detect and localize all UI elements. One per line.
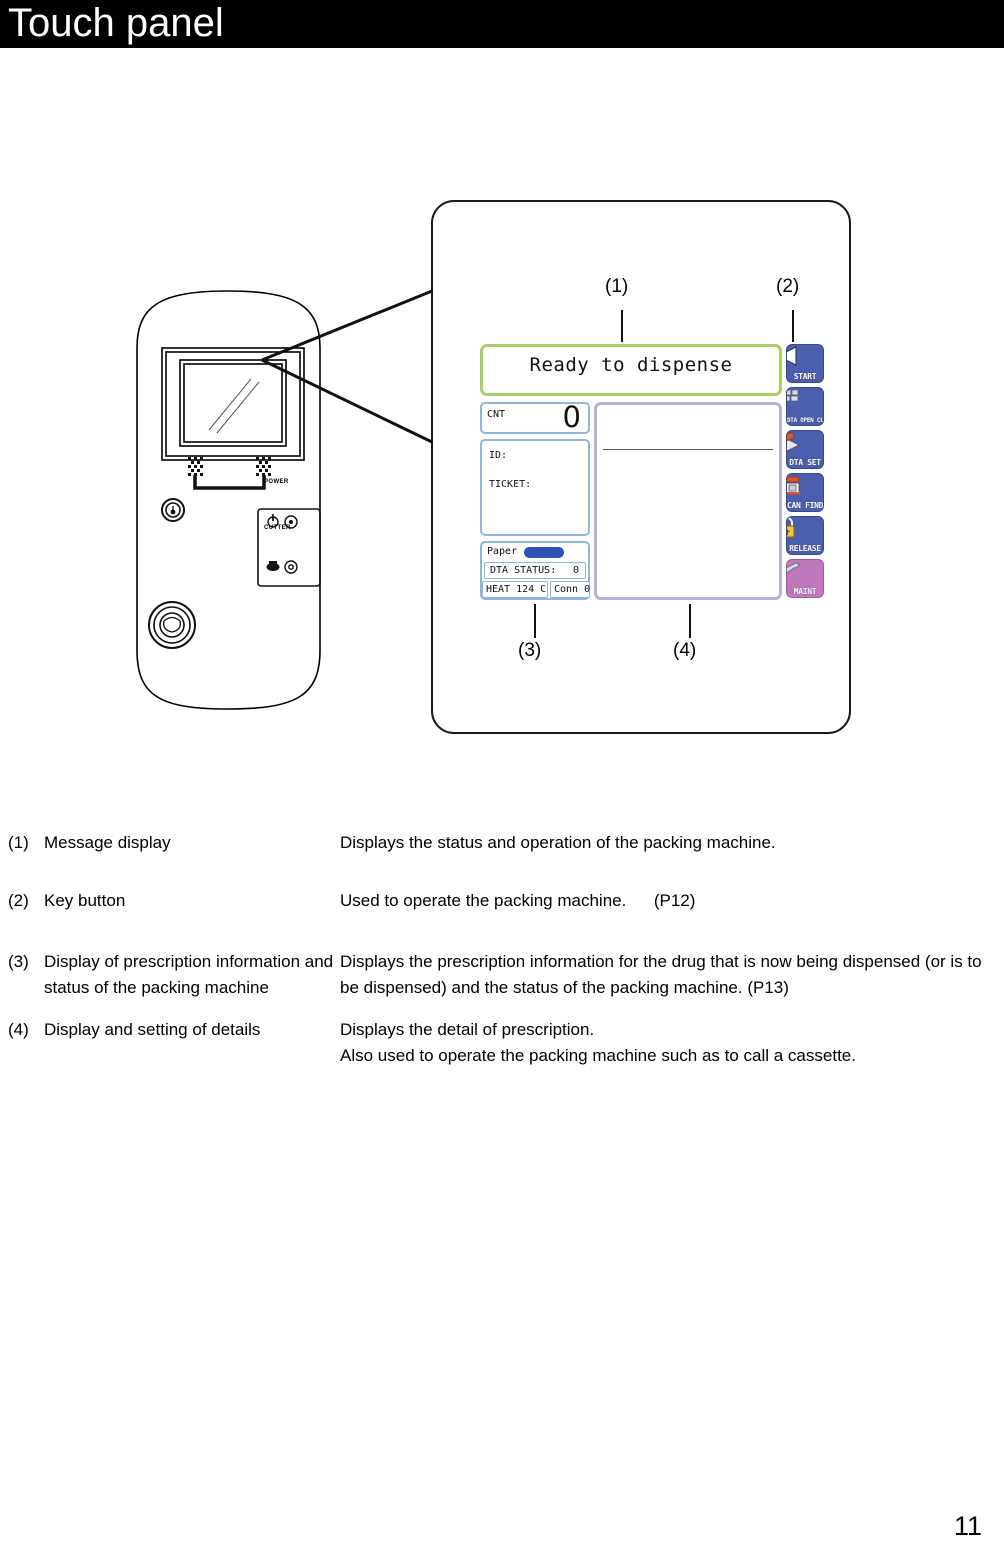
paper-status-row: Paper — [482, 543, 588, 561]
cutter-button-label: CUTTER — [264, 525, 291, 531]
dta-set-button[interactable]: DTA SET — [786, 430, 824, 469]
dta-set-button-label: DTA SET — [789, 458, 821, 467]
start-button-label: START — [793, 372, 817, 381]
start-button[interactable]: START — [786, 344, 824, 383]
description-definition-4-line2: Also used to operate the packing machine… — [340, 1046, 856, 1065]
header-bar: Touch panel — [0, 0, 1004, 48]
dta-status-row: DTA STATUS: 0 — [484, 562, 586, 579]
device-screen-glass — [183, 363, 283, 443]
dta-label-main: DTA — [787, 417, 797, 424]
maint-button[interactable]: MAINT — [786, 559, 824, 598]
dta-label-sub: OPEN CLOSE — [800, 417, 824, 424]
cassette-set-icon — [787, 432, 801, 452]
speaker-grille-right-icon — [256, 457, 271, 476]
cutter-button-icon — [284, 560, 298, 574]
description-definition-2-text: Used to operate the packing machine. — [340, 891, 627, 910]
release-button[interactable]: RELEASE — [786, 516, 824, 555]
grille-bracket — [193, 475, 266, 490]
dta-open-close-button-label: DTA OPEN CLOSE — [787, 418, 823, 424]
release-button-label: RELEASE — [789, 544, 821, 553]
maint-button-label: MAINT — [793, 587, 817, 596]
lock-release-icon — [787, 517, 795, 538]
dial-knob-icon — [148, 601, 196, 649]
key-button-column: START DTA OPEN CLOSE — [786, 341, 826, 603]
description-page-ref-2: (P12) — [653, 891, 696, 910]
description-page-ref-3: (P13) — [747, 978, 789, 997]
heat-status-row: HEAT 124 C — [482, 581, 548, 598]
counter-label: CNT — [487, 409, 506, 420]
description-definition-4-line1: Displays the detail of prescription. — [340, 1020, 595, 1039]
message-display-text: Ready to dispense — [529, 354, 733, 376]
callout-label-2: (2) — [776, 276, 800, 297]
power-button-label: POWER — [264, 479, 289, 485]
description-number-4: (4) — [8, 1020, 29, 1039]
detail-panel-divider — [603, 449, 773, 450]
figure-touch-panel-diagram: (1) (2) (3) (4) POWER CUTTER Ready to di… — [0, 48, 1004, 788]
magnifier-leader-lines — [261, 289, 433, 444]
canister-find-icon — [787, 476, 800, 495]
dta-status-label: DTA STATUS: — [490, 565, 557, 576]
cutter-blade-icon — [266, 561, 280, 571]
description-term-2: Key button — [44, 891, 126, 910]
callout-label-1: (1) — [605, 276, 629, 297]
description-definition-4: Displays the detail of prescription. Als… — [340, 1017, 1000, 1069]
page-title: Touch panel — [8, 1, 224, 45]
description-definition-1: Displays the status and operation of the… — [340, 833, 776, 852]
heat-status-text: HEAT 124 C — [486, 584, 547, 595]
dta-open-close-button[interactable]: DTA OPEN CLOSE — [786, 387, 824, 426]
description-term-1: Message display — [44, 833, 171, 852]
counter-value: 0 — [562, 400, 581, 434]
dta-status-value: 0 — [572, 565, 579, 576]
prescription-ticket-label: TICKET: — [489, 479, 532, 490]
paper-label: Paper — [487, 546, 518, 557]
prescription-info-box[interactable]: ID: TICKET: — [480, 439, 590, 536]
callout-label-4: (4) — [673, 640, 697, 661]
paper-gauge — [524, 547, 564, 558]
play-triangle-left-icon — [787, 346, 797, 366]
speaker-grille-left-icon — [188, 457, 203, 476]
callout-label-3: (3) — [518, 640, 542, 661]
conn-status-row: Conn 0 — [550, 581, 590, 598]
can-find-button[interactable]: CAN FIND — [786, 473, 824, 512]
can-find-button-label: CAN FIND — [787, 501, 824, 510]
description-number-1: (1) — [8, 833, 29, 852]
message-display: Ready to dispense — [480, 344, 782, 396]
page-number: 11 — [953, 1511, 982, 1541]
description-definition-3-text: Displays the prescription information fo… — [340, 952, 982, 997]
description-term-4: Display and setting of details — [44, 1020, 261, 1039]
indicator-light-icon — [161, 498, 185, 522]
detail-display-panel[interactable] — [594, 402, 782, 600]
touch-panel-screen[interactable]: Ready to dispense CNT 0 ID: TICKET: Pape… — [478, 341, 824, 603]
control-subpanel-outline — [257, 508, 321, 587]
screen-glare-icon — [208, 378, 260, 434]
description-number-3: (3) — [8, 952, 29, 971]
wrench-icon — [787, 562, 800, 574]
machine-status-box[interactable]: Paper DTA STATUS: 0 HEAT 124 C Conn 0 — [480, 541, 590, 600]
counter-box[interactable]: CNT 0 — [480, 400, 590, 434]
prescription-status-column: CNT 0 ID: TICKET: Paper DTA STATUS: 0 HE… — [480, 400, 590, 600]
prescription-id-label: ID: — [489, 450, 508, 461]
device-screen-bezel-inner — [179, 359, 287, 447]
description-number-2: (2) — [8, 891, 29, 910]
cassette-open-close-icon — [787, 389, 799, 402]
conn-status-text: Conn 0 — [554, 584, 591, 595]
description-term-3: Display of prescription information and … — [44, 952, 334, 997]
description-definition-2: Used to operate the packing machine. (P1… — [340, 888, 1000, 914]
description-definition-3: Displays the prescription information fo… — [340, 949, 1000, 1001]
